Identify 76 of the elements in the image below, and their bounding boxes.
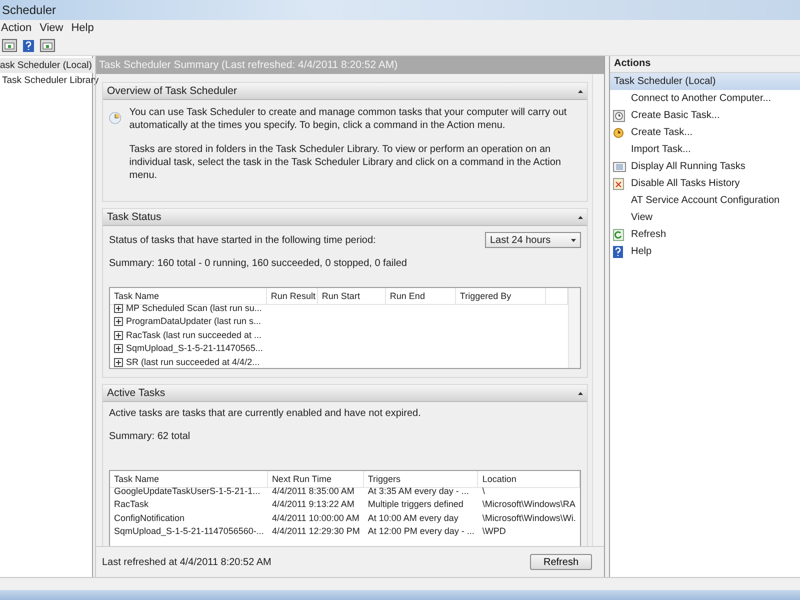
command-link[interactable]: Import Task... [610, 141, 800, 158]
command-link[interactable]: Help [610, 243, 800, 260]
command-link[interactable]: Create Basic Task... [610, 107, 800, 124]
command-link[interactable]: Disable All Tasks History [610, 175, 800, 192]
table-cell-text: Multiple triggers defined [366, 498, 464, 511]
actions-header: Actions [610, 56, 800, 73]
column-header[interactable]: Run End [386, 288, 456, 305]
panel-icon[interactable] [2, 39, 17, 52]
command-link[interactable]: AT Service Account Configuration [610, 192, 800, 209]
section-title: Active Tasks [107, 387, 166, 399]
active-tasks-description: Active tasks are tasks that are currently enabled and have not expired. [109, 408, 421, 419]
column-header[interactable]: Next Run Time [268, 471, 364, 488]
command-link[interactable]: Task Scheduler (Local) [610, 73, 800, 90]
scrollbar[interactable] [568, 288, 580, 368]
list-icon [613, 162, 626, 172]
table-cell-text: At 10:00 AM every day [366, 512, 460, 525]
expand-box-icon[interactable] [114, 330, 123, 340]
menu-item[interactable]: Help [70, 22, 101, 34]
task-name[interactable]: RacTask (last run succeeded at ... [126, 328, 262, 342]
tree-item[interactable]: ask Scheduler (Local) [0, 58, 93, 73]
last-refreshed-text: Last refreshed at 4/4/2011 8:20:52 AM [102, 556, 272, 568]
collapse-caret-icon[interactable] [578, 216, 583, 218]
document-icon [613, 178, 624, 190]
menu-item[interactable]: View [38, 22, 70, 34]
table-cell-text: \Microsoft\Windows\Wi. [481, 512, 577, 524]
column-header[interactable]: Task Name [110, 471, 268, 488]
command-link[interactable]: Refresh [610, 226, 800, 243]
table-cell-text: At 12:00 PM every day - ... [366, 525, 476, 538]
overview-text: Tasks are stored in folders in the Task Scheduler Library. To view or perform an operation on an individual task, select the task in the Task Scheduler Library and click on a command in the Action menu. [129, 143, 562, 182]
expand-box-icon[interactable] [114, 358, 123, 367]
active-summary: Summary: 62 total [109, 431, 190, 442]
section-header[interactable]: Overview of Task Scheduler [103, 83, 587, 100]
help-icon[interactable] [23, 40, 34, 52]
task-name[interactable]: SR (last run succeeded at 4/4/2... [126, 356, 260, 368]
expand-caret-icon[interactable] [571, 238, 576, 242]
table-cell-text: 4/4/2011 12:29:30 PM [270, 525, 361, 538]
menu-item[interactable]: Action [0, 22, 39, 34]
table-cell-text: ConfigNotification [113, 512, 186, 525]
status-summary: Summary: 160 total - 0 running, 160 succeeded, 0 stopped, 0 failed [109, 258, 407, 269]
task-name[interactable]: ProgramDataUpdater (last run s... [126, 315, 262, 328]
column-header[interactable]: Run Start [318, 288, 386, 305]
expand-box-icon[interactable] [114, 304, 123, 313]
column-header[interactable]: Triggered By [456, 288, 546, 305]
task-name[interactable]: SqmUpload_S-1-5-21-11470565... [126, 342, 263, 356]
command-link[interactable]: View [610, 209, 800, 226]
section-header[interactable]: Active Tasks [103, 385, 587, 402]
collapse-caret-icon[interactable] [578, 392, 583, 394]
clock-icon [613, 127, 624, 138]
pane-header: Task Scheduler Summary (Last refreshed: 4/4/2011 8:20:52 AM) [96, 56, 604, 74]
expand-box-icon[interactable] [114, 317, 123, 326]
table-cell-text: \WPD [481, 525, 507, 538]
section-title: Task Status [107, 211, 162, 223]
collapse-caret-icon[interactable] [578, 90, 583, 92]
table-cell-text: 4/4/2011 9:13:22 AM [270, 498, 356, 511]
expand-box-icon[interactable] [114, 344, 123, 354]
panel-icon[interactable] [40, 39, 55, 52]
refresh-button[interactable]: Refresh [530, 554, 592, 570]
table-cell-text: 4/4/2011 10:00:00 AM [270, 512, 360, 524]
clock-icon [613, 110, 625, 122]
period-dropdown[interactable]: Last 24 hours [485, 232, 581, 248]
command-link[interactable]: Connect to Another Computer... [610, 90, 800, 107]
window-title: Scheduler [1, 3, 56, 17]
table-cell-text: SqmUpload_S-1-5-21-1147056560-... [113, 525, 265, 538]
table-cell-text: RacTask [113, 498, 150, 511]
column-header[interactable]: Triggers [364, 471, 478, 488]
overview-text: You can use Task Scheduler to create and manage common tasks that your computer will carry out automatically at the times you specify. To begin, click a command in the Action menu. [129, 106, 568, 132]
help-icon [613, 246, 623, 258]
column-header[interactable]: Location [478, 471, 580, 488]
column-header[interactable]: Run Result [266, 288, 318, 305]
command-link[interactable]: Display All Running Tasks [610, 158, 800, 175]
table-cell-text: \Microsoft\Windows\RA [481, 498, 576, 511]
section-header[interactable]: Task Status [103, 209, 587, 226]
section-title: Overview of Task Scheduler [107, 85, 237, 97]
command-link[interactable]: Create Task... [610, 124, 800, 141]
period-label: Status of tasks that have started in the following time period: [109, 234, 376, 246]
refresh-icon [613, 228, 624, 240]
